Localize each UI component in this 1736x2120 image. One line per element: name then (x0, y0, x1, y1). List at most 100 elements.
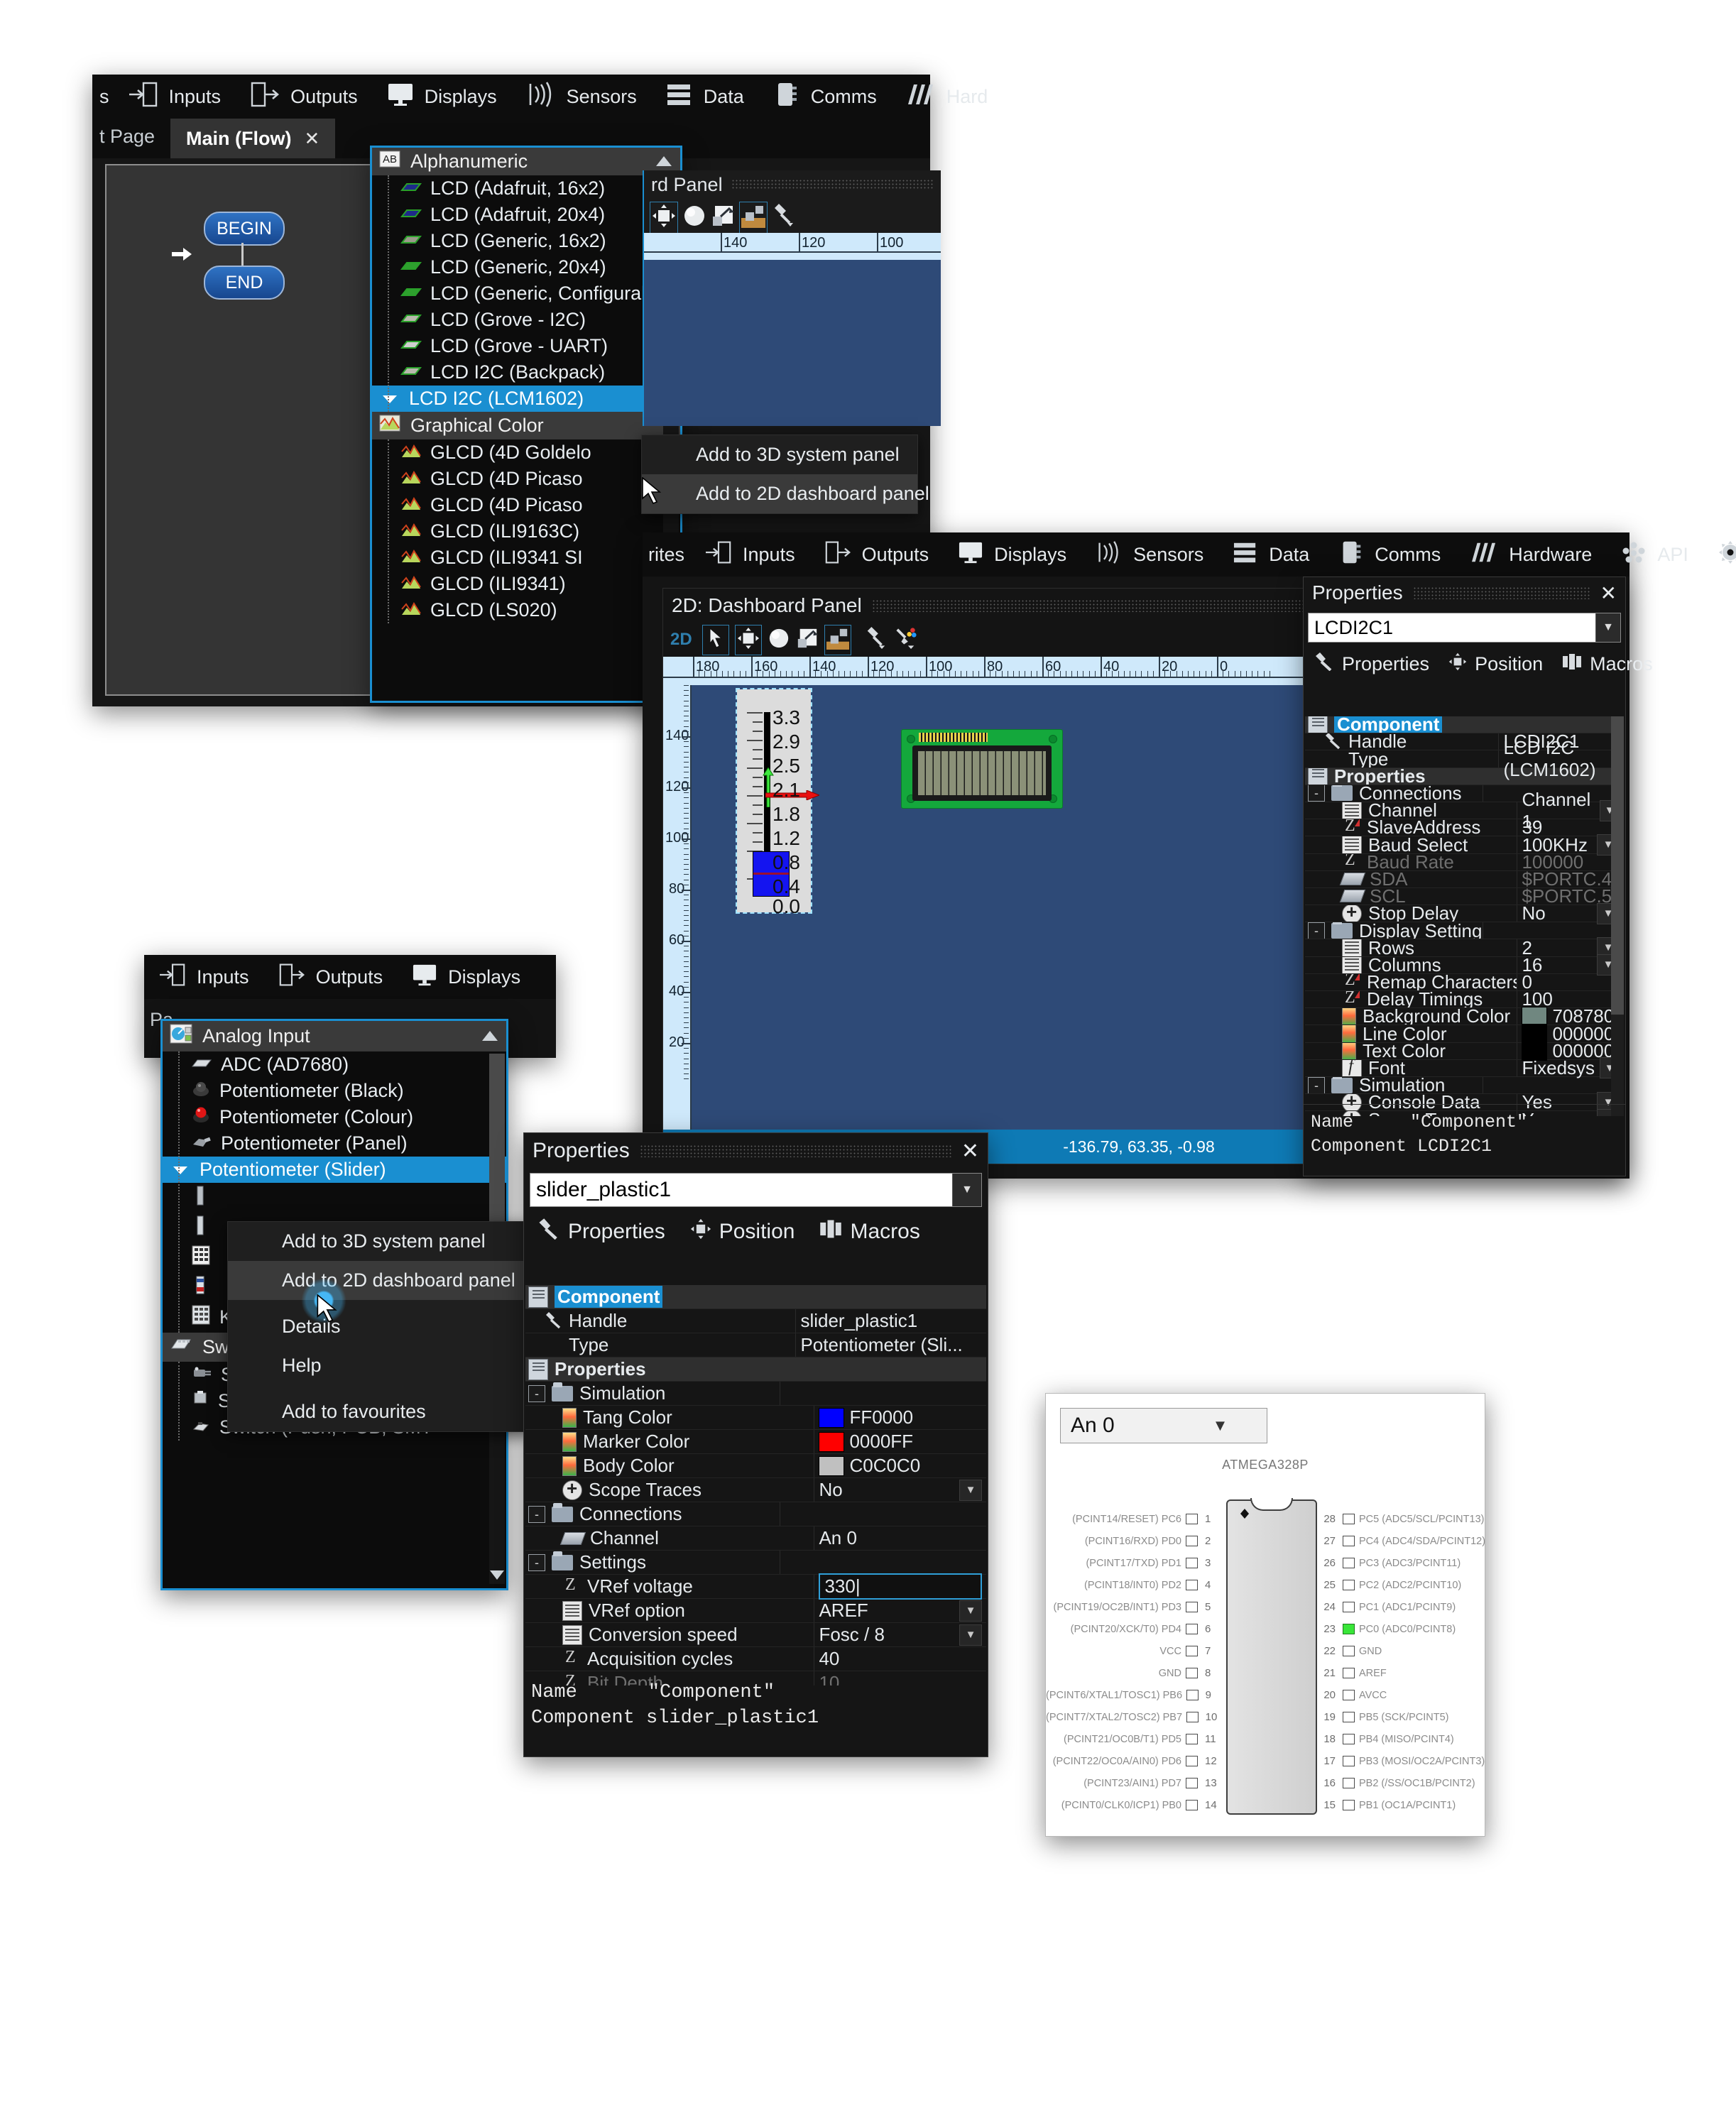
property-row[interactable]: Remap Characters0 (1305, 971, 1624, 993)
sphere-icon[interactable] (768, 627, 790, 653)
tab-position[interactable]: Position (1448, 652, 1543, 676)
chip-pin-pad[interactable] (1186, 1690, 1199, 1700)
chip-pin-pad[interactable] (1343, 1800, 1355, 1810)
tree-item-lcd-i2c-backpack[interactable]: LCD I2C (Backpack) (372, 359, 680, 386)
context-menu-inputs[interactable]: Add to 3D system panel Add to 2D dashboa… (227, 1221, 533, 1432)
chip-pin-pad[interactable] (1186, 1646, 1198, 1656)
tree-item-adc-ad7680[interactable]: ADC (AD7680) (163, 1051, 506, 1078)
chevron-down-icon[interactable]: ▼ (1595, 613, 1620, 642)
chip-pin-pad[interactable] (1343, 1690, 1355, 1700)
chip-pin-pad[interactable] (1343, 1712, 1355, 1722)
property-row[interactable]: Type LCD I2C (LCM1602) (1305, 737, 1624, 780)
properties-tabs[interactable]: Properties Position Macros (1304, 647, 1653, 682)
chip-pin-pad[interactable] (1343, 1602, 1355, 1612)
ribbon-tab-inputs[interactable]: Inputs (690, 532, 809, 577)
color-swatch[interactable] (819, 1455, 845, 1476)
property-row[interactable]: Conversion speed Fosc / 8 ▼ (525, 1623, 986, 1647)
color-swatch[interactable] (819, 1431, 845, 1452)
chip-pin-row[interactable]: (PCINT22/OC0A/AIN0) PD6 12 (1046, 1750, 1226, 1772)
component-handle-combo[interactable]: ▼ (1308, 613, 1621, 643)
color-swatch[interactable] (819, 1407, 845, 1428)
menu-item-add-favourites[interactable]: Add to favourites (228, 1392, 532, 1431)
tree-item-lcd-adafruit-20x4[interactable]: LCD (Adafruit, 20x4) (372, 202, 680, 228)
ribbon-tab-hardware[interactable]: Hard (891, 75, 1003, 119)
property-row[interactable]: - Simulation (1305, 1076, 1624, 1095)
chip-pin-pad[interactable] (1186, 1602, 1198, 1612)
tab-main-flow[interactable]: Main (Flow) ✕ (170, 119, 336, 158)
property-value-cell[interactable]: 0000FF (814, 1430, 986, 1453)
ribbon-tab-outputs[interactable]: Outputs (263, 955, 398, 999)
property-value-cell[interactable]: 330| (814, 1573, 986, 1600)
property-value-cell[interactable]: No ▼ (814, 1478, 986, 1502)
tree-item-glcd-ls020[interactable]: GLCD (LS020) (372, 597, 680, 623)
chip-pin-row[interactable]: (PCINT19/OC2B/INT1) PD3 5 (1046, 1596, 1226, 1618)
chip-pin-row[interactable]: (PCINT21/OC0B/T1) PD5 11 (1046, 1728, 1226, 1750)
property-row[interactable]: Type Potentiometer (Sli... (525, 1333, 986, 1357)
menu-item-add-3d[interactable]: Add to 3D system panel (642, 435, 917, 474)
displays-component-tree[interactable]: AB Alphanumeric LCD (Adafruit, 16x2) LCD… (370, 146, 682, 703)
property-value-cell[interactable]: No ▼ (1517, 902, 1624, 924)
property-value-cell[interactable]: slider_plastic1 (795, 1309, 986, 1333)
property-value-cell[interactable]: C0C0C0 (814, 1454, 986, 1477)
snap-icon[interactable] (739, 201, 768, 234)
tree-item-lcd-grove-i2c[interactable]: LCD (Grove - I2C) (372, 307, 680, 333)
close-icon[interactable]: ✕ (1600, 581, 1617, 605)
tree-item-glcd-4d-picaso-2[interactable]: GLCD (4D Picaso (372, 492, 680, 518)
expander-toggle[interactable]: - (528, 1505, 545, 1523)
chip-pin-row[interactable]: (PCINT20/XCK/T0) PD4 6 (1046, 1618, 1226, 1640)
properties-panel-slider[interactable]: Properties ✕ ▼ Properties Position Macro… (523, 1132, 988, 1757)
tree-item-lcd-grove-uart[interactable]: LCD (Grove - UART) (372, 333, 680, 359)
chevron-down-icon[interactable] (170, 1165, 191, 1175)
chevron-down-icon[interactable]: ▼ (952, 1174, 981, 1206)
property-row[interactable]: - Display Settings (1305, 922, 1624, 940)
ribbon-tab-data[interactable]: Data (651, 75, 758, 119)
menu-item-add-2d[interactable]: Add to 2D dashboard panel (228, 1261, 532, 1300)
properties-scrollbar[interactable] (1611, 716, 1624, 1116)
chip-pin-row[interactable]: (PCINT16/RXD) PD0 2 (1046, 1530, 1226, 1552)
channel-select[interactable]: An 0 ▼ (1060, 1408, 1267, 1443)
chip-pin-row[interactable]: 24 PC1 (ADC1/PCINT9) (1314, 1596, 1486, 1618)
chip-pin-row[interactable]: GND 8 (1046, 1662, 1226, 1684)
property-value-cell[interactable] (780, 1357, 986, 1381)
chip-pin-row[interactable]: 23 PC0 (ADC0/PCINT8) (1314, 1618, 1486, 1640)
tab-macros[interactable]: Macros (1561, 652, 1653, 676)
chip-pin-pad[interactable] (1343, 1580, 1355, 1590)
property-row[interactable]: Marker Color 0000FF (525, 1430, 986, 1454)
tree-group-analog-input[interactable]: Analog Input (163, 1021, 506, 1051)
chip-pin-row[interactable]: 28 PC5 (ADC5/SCL/PCINT13) (1314, 1508, 1486, 1530)
property-row[interactable]: - Connections (525, 1502, 986, 1526)
property-value-cell[interactable] (780, 1285, 986, 1308)
chip-pin-pad[interactable] (1186, 1668, 1198, 1678)
ribbon-tab-hardware[interactable]: Hardware (1455, 532, 1606, 577)
property-row[interactable]: Channel Channel 1 ▼ (1305, 789, 1624, 832)
property-value-cell[interactable] (780, 1382, 986, 1405)
property-value-cell[interactable] (780, 1551, 986, 1574)
chip-pin-row[interactable]: 25 PC2 (ADC2/PCINT10) (1314, 1574, 1486, 1596)
expander-toggle[interactable]: - (1308, 785, 1325, 802)
tree-item-glcd-ili9341[interactable]: GLCD (ILI9341) (372, 571, 680, 597)
tree-item-glcd-ili9163c[interactable]: GLCD (ILI9163C) (372, 518, 680, 545)
ribbon-top[interactable]: s Inputs Outputs Displays Sensors Data C… (92, 75, 988, 119)
property-row[interactable]: Columns 16 ▼ (1305, 954, 1624, 976)
expander-toggle[interactable]: - (528, 1553, 545, 1571)
tree-item-lcd-i2c-lcm1602[interactable]: LCD I2C (LCM1602) (372, 386, 680, 412)
property-value-cell[interactable]: Fosc / 8 ▼ (814, 1623, 986, 1646)
chip-pin-row[interactable]: (PCINT7/XTAL2/TOSC2) PB7 10 (1046, 1706, 1226, 1728)
chevron-down-icon[interactable]: ▼ (959, 1624, 982, 1646)
tree-item-potentiometer-slider[interactable]: Potentiometer (Slider) (163, 1157, 506, 1183)
property-row[interactable]: - Simulation (525, 1382, 986, 1406)
tab-properties[interactable]: Properties (1314, 652, 1429, 676)
property-row[interactable]: Tang Color FF0000 (525, 1406, 986, 1430)
ribbon-tab-comms[interactable]: Comms (758, 75, 891, 119)
chevron-down-icon[interactable] (379, 394, 400, 404)
chip-pin-row[interactable]: 27 PC4 (ADC4/SDA/PCINT12) (1314, 1530, 1486, 1552)
tab-properties[interactable]: Properties (537, 1218, 665, 1245)
ribbon-tab-outputs[interactable]: Outputs (809, 532, 944, 577)
ribbon-tab-sensors[interactable]: Sensors (511, 75, 651, 119)
component-handle-combo[interactable]: ▼ (530, 1173, 982, 1207)
flow-node-begin[interactable]: BEGIN (204, 212, 285, 246)
chip-pin-pad[interactable] (1186, 1778, 1198, 1788)
chevron-down-icon[interactable]: ▼ (959, 1600, 982, 1622)
ribbon-tab-comms[interactable]: Comms (1323, 532, 1455, 577)
chip-pin-pad[interactable] (1186, 1756, 1198, 1766)
